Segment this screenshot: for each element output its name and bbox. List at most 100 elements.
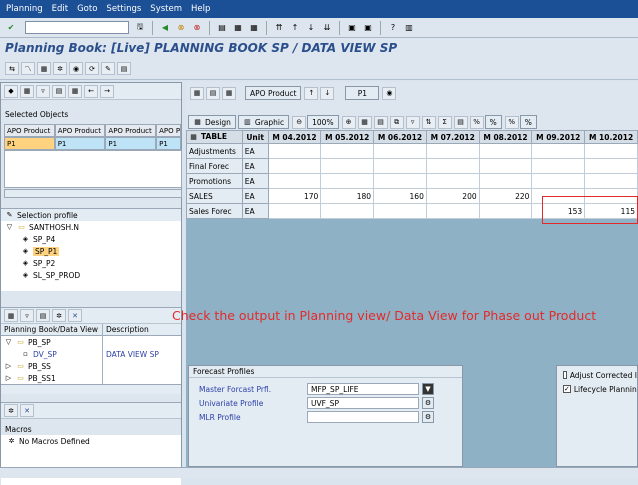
value-cell[interactable]: 200	[425, 188, 480, 204]
master-forecast-profile-field[interactable]: MFP_SP_LIFE	[307, 383, 419, 395]
shuffler-icon[interactable]: ▦	[20, 84, 34, 98]
value-cell[interactable]	[320, 173, 375, 189]
find-icon[interactable]: ▤	[453, 115, 468, 129]
command-field[interactable]	[25, 21, 129, 34]
horizontal-scrollbar[interactable]	[4, 189, 182, 198]
table-row[interactable]: ▷ ▭ PB_SS	[1, 360, 181, 372]
column-header[interactable]: M 06.2012	[373, 130, 427, 144]
row-label[interactable]: Final Forec	[186, 158, 243, 174]
filter-icon[interactable]: ▿	[36, 84, 50, 98]
table-row[interactable]: ▫ DV_SP DATA VIEW SP	[1, 348, 181, 360]
column-header[interactable]: ▦ TABLE	[186, 130, 243, 144]
menu-settings[interactable]: Settings	[106, 4, 141, 14]
forward-icon[interactable]: →	[100, 84, 114, 98]
column-header[interactable]: APO Product	[105, 124, 157, 137]
macro-icon[interactable]: ✲	[4, 404, 18, 417]
tree-node[interactable]: ◈ SP_P2	[5, 257, 181, 269]
table-icon[interactable]: ▦	[357, 115, 372, 129]
first-page-icon[interactable]: ⇈	[273, 22, 285, 34]
column-header[interactable]: M 07.2012	[425, 130, 480, 144]
value-cell[interactable]: 170	[267, 188, 322, 204]
shortcut-icon[interactable]: ▣	[362, 22, 374, 34]
column-header[interactable]: Unit	[241, 130, 269, 144]
value-cell[interactable]	[425, 203, 480, 219]
value-cell[interactable]	[267, 203, 322, 219]
enter-icon[interactable]: ✔	[5, 22, 17, 34]
column-header[interactable]: M 04.2012	[267, 130, 322, 144]
selected-objects-row[interactable]: P1 P1 P1 P1	[4, 137, 181, 150]
menu-help[interactable]: Help	[191, 4, 210, 14]
toggle-icon[interactable]: ⇆	[5, 62, 19, 75]
menu-goto[interactable]: Goto	[77, 4, 97, 14]
percent-button-1[interactable]: %	[484, 115, 502, 129]
value-cell[interactable]	[425, 143, 480, 159]
close-icon[interactable]: ✕	[68, 309, 82, 322]
history-icon[interactable]: ◉	[382, 86, 397, 100]
collapse-icon[interactable]: ▷	[4, 374, 13, 383]
column-header[interactable]: Description	[103, 324, 175, 336]
totals-icon[interactable]: Σ	[437, 115, 452, 129]
tree-node[interactable]: ◈ SL_SP_PROD	[5, 269, 181, 281]
details-icon[interactable]: ▤	[206, 86, 220, 100]
row-label[interactable]: SALES	[186, 188, 243, 204]
value-cell[interactable]: 220	[478, 188, 533, 204]
filter-icon[interactable]: ▿	[20, 309, 34, 322]
table-cell[interactable]: P1	[4, 137, 55, 150]
expand-icon[interactable]: ▽	[4, 338, 13, 347]
percent-icon[interactable]: %	[504, 115, 519, 129]
value-cell[interactable]	[267, 143, 322, 159]
history-icon[interactable]: ◉	[69, 62, 83, 75]
table-row[interactable]: ▷ ▭ PB_SS1	[1, 372, 181, 384]
settings-icon[interactable]: ✲	[52, 309, 66, 322]
table-cell[interactable]: P1	[156, 137, 181, 150]
mlr-profile-field[interactable]	[307, 411, 419, 423]
dropdown-icon[interactable]: ▼	[422, 383, 434, 395]
value-cell[interactable]	[373, 143, 427, 159]
tree-node-selected[interactable]: ◈ SP_P1	[5, 245, 181, 257]
notes-icon[interactable]: ✎	[101, 62, 115, 75]
tree-node[interactable]: ◈ SP_P4	[5, 233, 181, 245]
save-selection-icon[interactable]: ▤	[52, 84, 66, 98]
tree-node[interactable]: ✲ No Macros Defined	[7, 435, 181, 447]
value-cell[interactable]	[320, 158, 375, 174]
arrow-down-icon[interactable]: ↓	[320, 86, 335, 100]
value-cell[interactable]	[531, 143, 586, 159]
grid-icon[interactable]: ▦	[4, 309, 18, 322]
table-cell[interactable]: P1	[54, 137, 106, 150]
cancel-icon[interactable]: ⊗	[191, 22, 203, 34]
horizontal-scrollbar[interactable]	[1, 384, 181, 394]
grid-icon[interactable]: ▦	[190, 86, 204, 100]
value-cell[interactable]	[320, 203, 375, 219]
menu-system[interactable]: System	[150, 4, 182, 14]
column-header[interactable]: Planning Book/Data View	[1, 323, 103, 336]
value-cell[interactable]	[478, 143, 533, 159]
column-header[interactable]: M 10.2012	[584, 130, 638, 144]
zoom-in-icon[interactable]: ⊕	[341, 115, 356, 129]
value-cell[interactable]	[267, 173, 322, 189]
percent-button-2[interactable]: %	[519, 115, 537, 129]
apo-product-button[interactable]: APO Product	[245, 86, 302, 100]
checkbox-checked[interactable]: ✓	[563, 385, 571, 393]
layout-icon[interactable]: ▤	[117, 62, 131, 75]
tree-node-root[interactable]: ▽ ▭ SANTHOSH.N	[5, 221, 181, 233]
percent-icon[interactable]: %	[469, 115, 484, 129]
zoom-out-icon[interactable]: ⊖	[292, 115, 307, 129]
print-icon[interactable]: ▤	[216, 22, 228, 34]
value-cell[interactable]	[373, 158, 427, 174]
value-cell[interactable]	[425, 173, 480, 189]
value-cell[interactable]	[531, 173, 586, 189]
expand-icon[interactable]: ▽	[5, 223, 14, 232]
row-label[interactable]: Sales Forec	[186, 203, 243, 219]
column-header[interactable]: M 08.2012	[478, 130, 533, 144]
refresh-icon[interactable]: ⟳	[85, 62, 99, 75]
checkbox-row[interactable]: ✓ Lifecycle Planning	[557, 382, 637, 396]
new-session-icon[interactable]: ▣	[346, 22, 358, 34]
copy-icon[interactable]: ⧉	[389, 115, 404, 129]
value-cell[interactable]	[478, 173, 533, 189]
value-cell[interactable]	[584, 173, 638, 189]
value-cell[interactable]	[478, 158, 533, 174]
chart-icon[interactable]: 〽	[21, 62, 35, 75]
column-header[interactable]: APO P	[156, 124, 181, 137]
delete-selection-icon[interactable]: ▦	[68, 84, 82, 98]
checkbox[interactable]	[563, 371, 567, 379]
